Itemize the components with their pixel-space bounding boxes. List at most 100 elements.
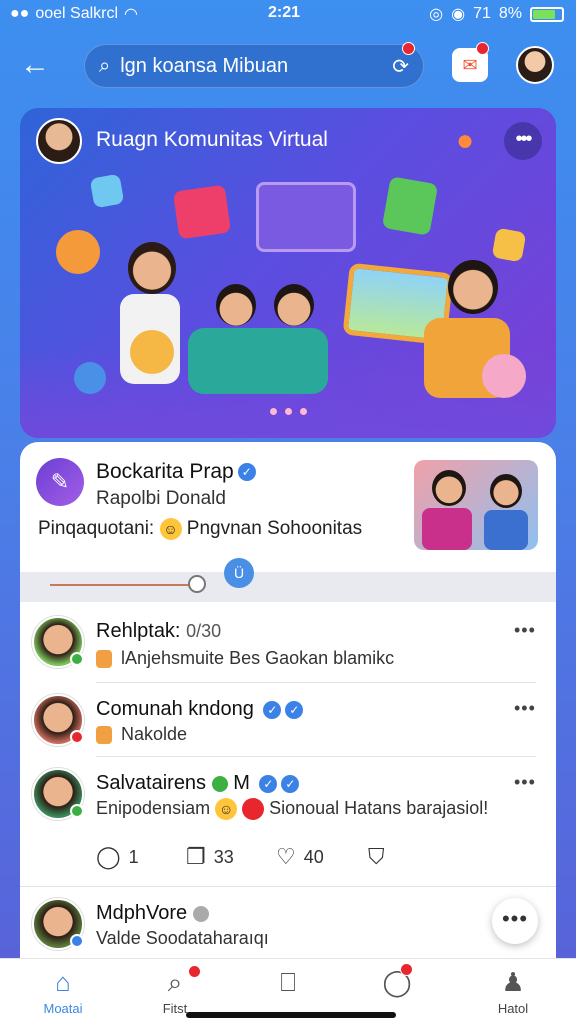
post-author[interactable]: Salvatairens M ✓ ✓ <box>96 772 300 795</box>
post-text: Valde Soodataharaıqı <box>96 928 269 949</box>
profile-icon: ♟ <box>501 967 525 997</box>
cellular-icon: ●● <box>10 5 30 22</box>
comment-count: 1 <box>128 846 139 867</box>
carousel-dot[interactable] <box>285 408 292 415</box>
featured-post[interactable]: ✎ Bockarita Prap ✓ Rapolbi Donald Pinqaqu… <box>20 442 556 574</box>
sofa <box>188 328 328 394</box>
community-hero-card[interactable]: Ruagn Komunitas Virtual ● ••• <box>20 108 556 438</box>
notification-dot <box>400 963 414 976</box>
chat-icon: ◯ <box>382 963 414 999</box>
bookmark-icon: ⎕ <box>280 967 296 997</box>
child-illustration <box>490 474 522 508</box>
post-body: lAnjehsmuite Bes Gaokan blamikc <box>121 648 395 668</box>
post-more-button[interactable]: ••• <box>514 620 536 641</box>
verified-badge-icon: ✓ <box>259 774 278 793</box>
back-arrow-icon[interactable]: ← <box>20 48 56 84</box>
featured-post-name[interactable]: Bockarita Prap ✓ <box>96 460 256 484</box>
profile-avatar[interactable] <box>516 46 554 84</box>
save-icon: ⛉ <box>368 844 385 869</box>
clock: 2:21 <box>268 4 301 21</box>
like-count: 40 <box>303 846 324 867</box>
nav-messages[interactable]: ◯ <box>352 963 442 1001</box>
post-actions: ◯ 1 ❐ 33 ♡ 40 ⛉ <box>96 844 536 874</box>
comment-button[interactable]: ◯ 1 <box>96 844 139 870</box>
nav-label: Hatol <box>497 1001 529 1016</box>
top-bar: ← ⌕ lgn koansa Mibuan ⟳ ✉ <box>0 41 576 92</box>
progress-handle[interactable] <box>188 575 206 593</box>
save-button[interactable]: ⛉ <box>368 844 385 870</box>
people-icon <box>96 650 112 669</box>
post-more-button[interactable]: ••• <box>514 698 536 719</box>
carousel-dot[interactable] <box>270 408 277 415</box>
feed: Rehlptak: 0/30 lAnjehsmuite Bes Gaokan b… <box>20 602 556 962</box>
nav-home[interactable]: ⌂ Moatai <box>18 967 108 1016</box>
nav-bookmarks[interactable]: ⎕ <box>243 967 333 1001</box>
lock-icon: ◉ <box>451 6 466 23</box>
app-tile-icon <box>381 176 439 236</box>
post-author-name: Salvatairens <box>96 772 207 794</box>
featured-thumbnail[interactable] <box>414 460 538 550</box>
document-icon <box>172 184 232 240</box>
divider <box>96 682 536 683</box>
home-indicator[interactable] <box>186 1012 396 1018</box>
child-illustration <box>216 284 256 326</box>
divider <box>96 756 536 757</box>
search-bell-icon: ⌕ <box>168 965 201 999</box>
featured-logo[interactable]: ✎ <box>36 458 84 506</box>
post-body: Nakolde <box>121 724 188 744</box>
notification-dot <box>187 965 201 978</box>
like-button[interactable]: ♡ 40 <box>276 844 324 870</box>
play-toggle-button[interactable]: Ü <box>224 558 254 588</box>
verified-badge-icon: ✓ <box>263 700 282 719</box>
comment-icon: ◯ <box>96 844 121 869</box>
share-button[interactable]: ❐ 33 <box>186 844 234 870</box>
search-bar[interactable]: ⌕ lgn koansa Mibuan ⟳ <box>84 41 424 88</box>
post-author-suffix: M <box>233 772 250 794</box>
carousel-dot[interactable] <box>300 408 307 415</box>
featured-post-name-text: Bockarita Prap <box>96 460 234 483</box>
messages-button[interactable]: ✉ <box>452 42 489 82</box>
community-avatar[interactable] <box>36 118 82 164</box>
online-status-dot <box>70 652 84 666</box>
search-refresh-icon[interactable]: ⟳ <box>392 41 416 79</box>
post-body: Enipodensiam <box>96 798 211 818</box>
toy-bear-icon <box>56 230 100 274</box>
post-text: lAnjehsmuite Bes Gaokan blamikc <box>96 648 394 669</box>
featured-desc-text: Pngvnan Sohoonitas <box>186 518 363 540</box>
nav-label: Moatai <box>43 1001 83 1016</box>
woman-body <box>422 508 472 550</box>
verified-badge-icon: ✓ <box>237 463 256 482</box>
more-options-button[interactable]: ••• <box>504 122 542 160</box>
carousel-dots[interactable] <box>270 408 307 415</box>
online-status-dot <box>70 804 84 818</box>
search-input[interactable]: lgn koansa Mibuan <box>120 55 392 78</box>
heart-icon: ♡ <box>276 844 296 869</box>
post-more-button[interactable]: ••• <box>514 772 536 793</box>
heart-emoji-icon <box>242 798 265 821</box>
post-body: Sionoual Hatans barajasiol! <box>269 798 489 818</box>
post-author-name: Rehlptak: <box>96 620 181 642</box>
status-dot <box>70 934 84 948</box>
message-icon: ✉ <box>462 55 478 75</box>
signal-label: 71 <box>473 5 491 22</box>
progress-track[interactable] <box>50 584 197 586</box>
notification-dot <box>476 42 489 55</box>
post-author[interactable]: Rehlptak: 0/30 <box>96 620 221 643</box>
child-illustration <box>274 284 314 326</box>
post-author[interactable]: Comunah kndong ✓ ✓ <box>96 698 304 721</box>
verified-badge-icon: ✓ <box>285 700 304 719</box>
divider <box>20 886 556 887</box>
post-author[interactable]: MdphVore <box>96 902 209 925</box>
post-author-name: Comunah kndong <box>96 698 254 720</box>
post-author-name: MdphVore <box>96 902 188 924</box>
more-actions-fab[interactable]: ••• <box>492 898 538 944</box>
person-icon <box>96 726 112 745</box>
location-pin-icon[interactable]: ● <box>456 124 488 160</box>
carrier-label: ooel Salkrcl <box>35 5 119 22</box>
nav-profile[interactable]: ♟ Hatol <box>468 967 558 1016</box>
phone-icon <box>74 362 106 394</box>
wifi-icon: ◠ <box>124 6 138 23</box>
status-dot <box>70 730 84 744</box>
featured-post-description: Pinqaquotani: ☺ Pngvnan Sohoonitas <box>38 518 362 540</box>
nav-explore[interactable]: ⌕ Fitst <box>130 965 220 1016</box>
